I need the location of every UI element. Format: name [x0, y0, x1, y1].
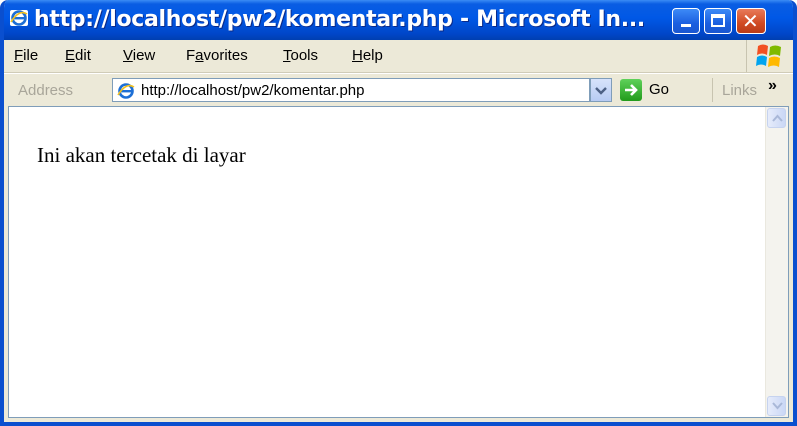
maximize-button[interactable] [704, 8, 732, 34]
close-icon: ✕ [742, 9, 759, 33]
chevron-down-icon [772, 402, 783, 410]
ie-icon [10, 10, 28, 26]
address-bar: Address http://localhost/pw2/komentar.ph… [4, 73, 793, 106]
menu-favorites[interactable]: Favorites [186, 47, 248, 65]
vertical-scrollbar[interactable] [765, 107, 788, 417]
address-dropdown-button[interactable] [590, 78, 612, 102]
menu-help[interactable]: Help [352, 47, 383, 65]
menu-file[interactable]: File [14, 47, 38, 65]
links-chevron-icon[interactable]: » [768, 77, 777, 95]
go-arrow-icon [620, 79, 642, 101]
menu-edit[interactable]: Edit [65, 47, 91, 65]
close-button[interactable]: ✕ [736, 8, 766, 34]
windows-xp-logo [746, 40, 793, 72]
go-button[interactable]: Go [616, 78, 686, 102]
browser-window: http://localhost/pw2/komentar.php - Micr… [0, 0, 797, 426]
menu-tools[interactable]: Tools [283, 47, 318, 65]
window-title: http://localhost/pw2/komentar.php - Micr… [34, 7, 645, 32]
chevron-up-icon [772, 114, 783, 122]
page-content: Ini akan tercetak di layar [8, 106, 789, 418]
maximize-icon [711, 14, 725, 27]
windows-flag-icon [756, 44, 781, 67]
address-input[interactable]: http://localhost/pw2/komentar.php [112, 78, 590, 102]
address-label: Address [18, 82, 74, 99]
ie-icon [117, 83, 135, 99]
links-label[interactable]: Links [722, 82, 757, 99]
go-label: Go [649, 81, 670, 98]
title-bar[interactable]: http://localhost/pw2/komentar.php - Micr… [4, 0, 793, 40]
menu-bar: File Edit View Favorites Tools Help [4, 40, 793, 73]
chevron-down-icon [595, 87, 607, 95]
minimize-button[interactable] [672, 8, 700, 34]
page-text: Ini akan tercetak di layar [37, 143, 246, 167]
menu-view[interactable]: View [123, 47, 155, 65]
address-url: http://localhost/pw2/komentar.php [141, 82, 365, 99]
toolbar-separator [712, 78, 713, 102]
scroll-down-button[interactable] [767, 396, 786, 416]
scroll-up-button[interactable] [767, 108, 786, 128]
minimize-icon [681, 24, 691, 27]
